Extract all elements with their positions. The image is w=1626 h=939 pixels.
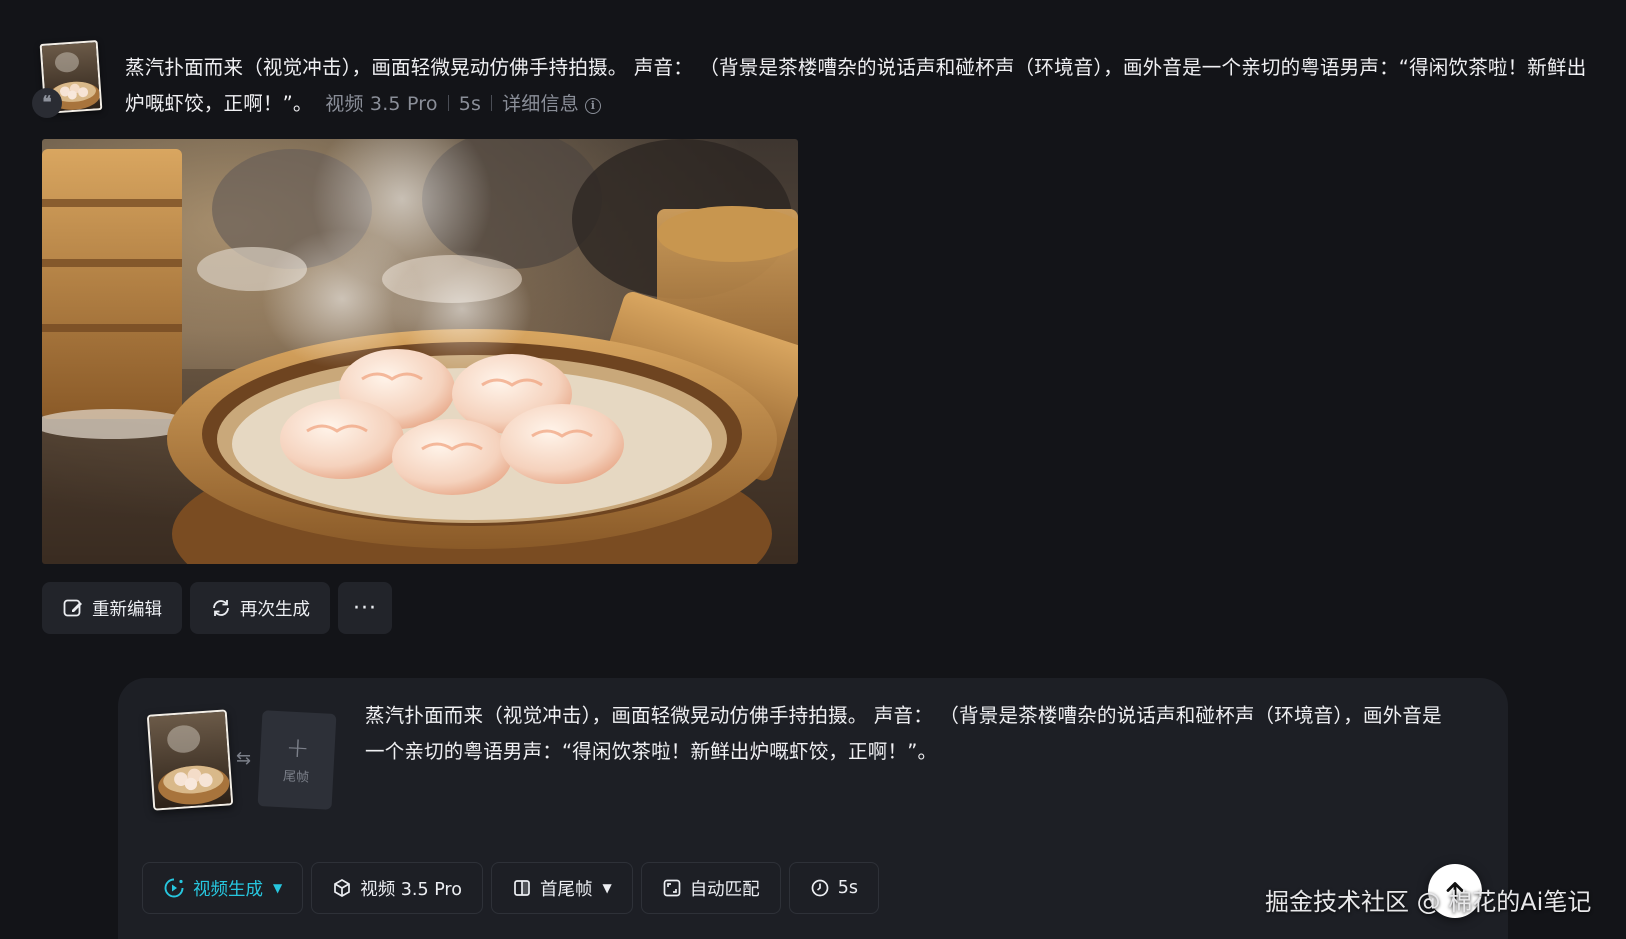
generation-meta: 视频 3.5 Pro 5s 详细信息 i	[319, 93, 601, 115]
regenerate-button[interactable]: 再次生成	[190, 582, 330, 634]
duration-label: 5s	[458, 93, 482, 115]
dim-sum-scene-image	[42, 139, 798, 564]
generation-header: ❝ 蒸汽扑面而来（视觉冲击），画面轻微晃动仿佛手持拍摄。 声音： （背景是茶楼嘈…	[32, 38, 1600, 122]
duration-select[interactable]: 5s	[788, 862, 879, 914]
last-frame-label: 尾帧	[282, 768, 310, 786]
plus-icon: +	[285, 729, 311, 765]
model-select[interactable]: 视频 3.5 Pro	[311, 862, 483, 914]
reedit-label: 重新编辑	[92, 599, 162, 620]
aspect-ratio-icon	[663, 879, 681, 897]
prompt-text: 蒸汽扑面而来（视觉冲击），画面轻微晃动仿佛手持拍摄。 声音： （背景是茶楼嘈杂的…	[125, 50, 1595, 122]
result-actions: 重新编辑 再次生成 ···	[42, 582, 392, 634]
info-icon[interactable]: i	[584, 98, 601, 114]
watermark-text: 掘金技术社区 @ 棉花的Ai笔记	[1265, 888, 1592, 916]
details-link[interactable]: 详细信息	[502, 93, 579, 115]
first-frame-thumbnail[interactable]	[146, 709, 234, 811]
chevron-down-icon: ▼	[273, 881, 283, 895]
quote-icon: ❝	[32, 88, 62, 118]
clock-icon	[811, 879, 829, 897]
ratio-label: 自动匹配	[689, 879, 760, 900]
reference-thumbnail[interactable]: ❝	[32, 38, 106, 118]
model-label: 视频 3.5 Pro	[360, 879, 462, 900]
regenerate-label: 再次生成	[240, 599, 310, 620]
frames-select[interactable]: 首尾帧 ▼	[490, 862, 633, 914]
divider	[491, 95, 493, 111]
duration-label: 5s	[837, 878, 858, 898]
cube-icon	[334, 879, 351, 897]
reedit-button[interactable]: 重新编辑	[42, 582, 182, 634]
ratio-select[interactable]: 自动匹配	[640, 862, 781, 914]
more-options-button[interactable]: ···	[338, 582, 392, 634]
video-generate-icon	[164, 878, 184, 898]
divider	[447, 95, 449, 111]
frames-icon	[514, 880, 530, 896]
more-icon: ···	[353, 595, 377, 621]
swap-icon[interactable]: ⇆	[236, 748, 251, 769]
frames-label: 首尾帧	[539, 879, 593, 900]
generated-video-preview[interactable]	[42, 139, 798, 564]
add-last-frame-button[interactable]: + 尾帧	[257, 710, 337, 810]
mode-label: 视频生成	[193, 879, 263, 900]
refresh-icon	[213, 600, 229, 616]
model-label: 视频 3.5 Pro	[325, 93, 438, 115]
edit-icon	[63, 599, 82, 617]
composer-toolbar: 视频生成 ▼ 视频 3.5 Pro 首尾帧 ▼ 自动匹配 5s	[142, 862, 879, 914]
mode-select[interactable]: 视频生成 ▼	[142, 862, 304, 914]
prompt-input[interactable]: 蒸汽扑面而来（视觉冲击），画面轻微晃动仿佛手持拍摄。 声音： （背景是茶楼嘈杂的…	[365, 698, 1455, 770]
chevron-down-icon: ▼	[602, 881, 612, 895]
